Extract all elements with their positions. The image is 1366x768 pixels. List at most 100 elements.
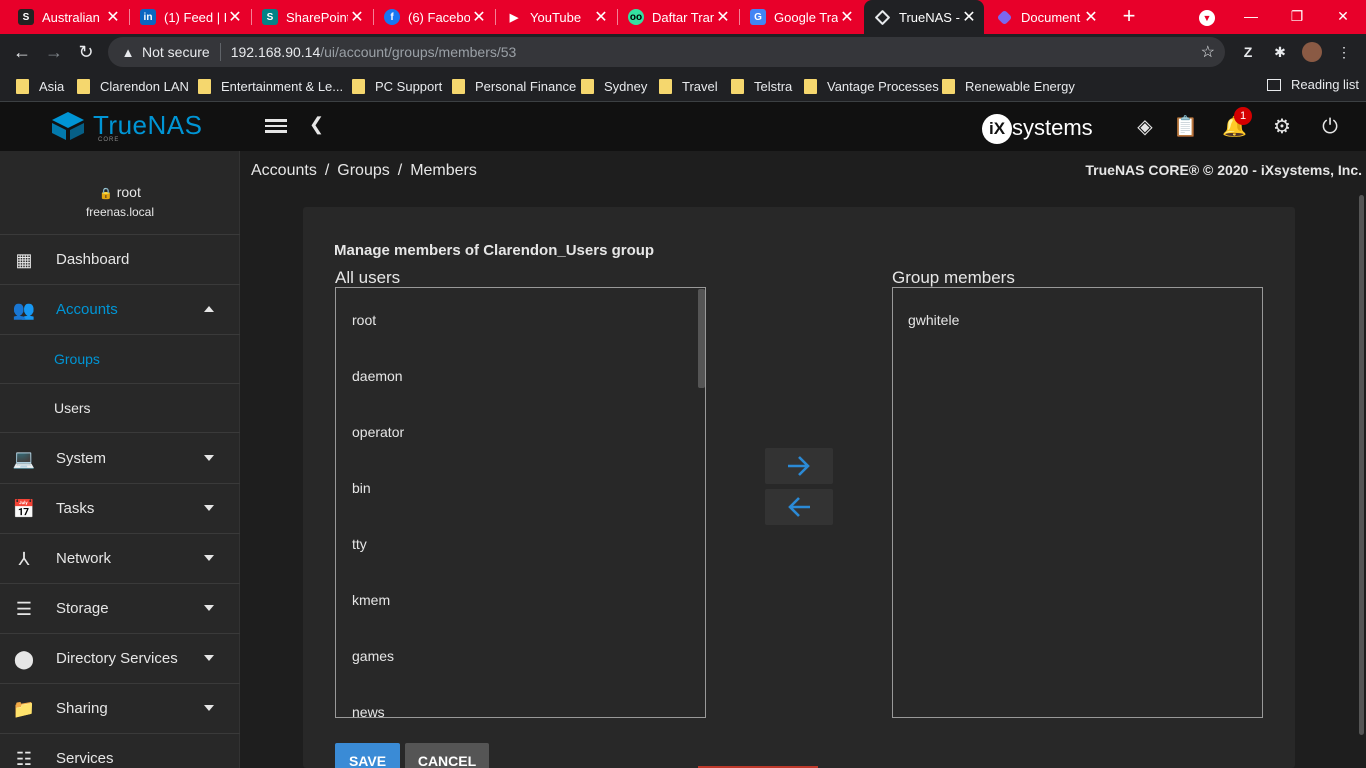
- list-item[interactable]: bin: [336, 456, 705, 512]
- browser-tab[interactable]: S Australian ✕: [8, 0, 128, 34]
- browser-tab-active[interactable]: TrueNAS - ✕: [864, 0, 984, 34]
- truecommand-icon[interactable]: ◈: [1133, 115, 1157, 139]
- close-icon[interactable]: ✕: [592, 7, 610, 27]
- sidebar-item-network[interactable]: ⅄ Network: [0, 534, 240, 584]
- remove-member-button[interactable]: [765, 489, 833, 525]
- sidebar-subitem-groups[interactable]: Groups: [0, 335, 240, 384]
- bookmark-folder[interactable]: Personal Finance: [452, 77, 576, 95]
- avatar[interactable]: [1302, 42, 1322, 62]
- sidebar-item-accounts[interactable]: 👥 Accounts: [0, 285, 240, 335]
- group-members-label: Group members: [892, 268, 1015, 287]
- breadcrumb-groups[interactable]: Groups: [337, 162, 389, 179]
- browser-tab[interactable]: G Google Tra ✕: [740, 0, 862, 34]
- power-icon[interactable]: ⏻: [1318, 115, 1342, 139]
- reload-icon[interactable]: ↻: [74, 41, 98, 63]
- extensions-icon[interactable]: ✱: [1270, 42, 1290, 62]
- list-item[interactable]: games: [336, 624, 705, 680]
- close-icon[interactable]: ✕: [714, 7, 732, 27]
- close-icon[interactable]: ✕: [838, 7, 856, 27]
- all-users-list[interactable]: root daemon operator bin tty kmem games …: [335, 287, 706, 718]
- list-item[interactable]: operator: [336, 400, 705, 456]
- folder-icon: [16, 78, 29, 94]
- cancel-button[interactable]: CANCEL: [405, 743, 489, 768]
- bookmark-folder[interactable]: PC Support: [352, 77, 442, 95]
- bookmark-folder[interactable]: Clarendon LAN: [77, 77, 189, 95]
- save-button[interactable]: SAVE: [335, 743, 400, 768]
- bookmark-folder[interactable]: Entertainment & Le...: [198, 77, 343, 95]
- restore-icon[interactable]: ❐: [1274, 0, 1320, 34]
- zotero-icon[interactable]: Z: [1238, 42, 1258, 62]
- forward-icon[interactable]: →: [42, 41, 66, 63]
- sidebar-item-tasks[interactable]: 📅 Tasks: [0, 484, 240, 534]
- reading-list[interactable]: Reading list: [1267, 77, 1359, 92]
- group-members-list[interactable]: gwhitele: [892, 287, 1263, 718]
- bookmark-folder[interactable]: Vantage Processes: [804, 77, 939, 95]
- add-member-button[interactable]: [765, 448, 833, 484]
- brand-edition: CORE: [98, 137, 120, 143]
- ixsystems-logo[interactable]: iX systems: [982, 114, 1093, 144]
- sidebar-subitem-users[interactable]: Users: [0, 384, 240, 433]
- chevron-left-icon[interactable]: ❮: [309, 114, 324, 135]
- calendar-icon: 📅: [12, 499, 36, 519]
- browser-tab[interactable]: Document ✕: [986, 0, 1106, 34]
- sharepoint-icon: S: [262, 9, 278, 25]
- minimize-icon[interactable]: —: [1228, 0, 1274, 34]
- hamburger-menu-icon[interactable]: [264, 116, 288, 136]
- sidebar-item-system[interactable]: 💻 System: [0, 434, 240, 484]
- close-icon[interactable]: ✕: [470, 7, 488, 27]
- page-scrollbar[interactable]: [1357, 191, 1366, 768]
- sidebar-item-storage[interactable]: ☰ Storage: [0, 584, 240, 634]
- security-label[interactable]: Not secure: [142, 44, 210, 60]
- list-item[interactable]: gwhitele: [893, 288, 1262, 344]
- close-icon[interactable]: ✕: [104, 7, 122, 27]
- new-tab-icon[interactable]: +: [1118, 4, 1140, 30]
- close-icon[interactable]: ✕: [960, 7, 978, 27]
- ixsystems-logo-text: systems: [1012, 114, 1093, 140]
- chevron-up-icon: [204, 306, 214, 312]
- warning-icon[interactable]: ▲: [120, 45, 136, 60]
- user-info: 🔒 root freenas.local: [0, 151, 240, 235]
- list-item[interactable]: news: [336, 680, 705, 717]
- close-icon[interactable]: ✕: [348, 7, 366, 27]
- list-scrollbar[interactable]: [698, 289, 705, 388]
- list-item[interactable]: tty: [336, 512, 705, 568]
- tab-title: TrueNAS -: [899, 9, 960, 25]
- list-item[interactable]: root: [336, 288, 705, 344]
- tab-search-icon[interactable]: ▼: [1184, 0, 1230, 34]
- list-item[interactable]: daemon: [336, 344, 705, 400]
- sidebar-item-directory-services[interactable]: ⬤ Directory Services: [0, 634, 240, 684]
- hostname: freenas.local: [85, 205, 155, 219]
- browser-tab[interactable]: oo Daftar Tran ✕: [618, 0, 738, 34]
- truenas-logo[interactable]: TrueNAS CORE: [0, 102, 240, 151]
- back-icon[interactable]: ←: [10, 41, 34, 63]
- close-icon[interactable]: ✕: [226, 7, 244, 27]
- gear-icon[interactable]: ⚙: [1270, 115, 1294, 139]
- close-window-icon[interactable]: ✕: [1320, 0, 1366, 34]
- browser-tab[interactable]: ▶ YouTube ✕: [496, 0, 616, 34]
- url-text[interactable]: 192.168.90.14/ui/account/groups/members/…: [231, 44, 517, 60]
- bookmark-folder[interactable]: Telstra: [731, 77, 792, 95]
- bookmark-folder[interactable]: Travel: [659, 77, 718, 95]
- bookmark-folder[interactable]: Asia: [16, 77, 64, 95]
- bookmark-label: Vantage Processes: [827, 78, 939, 94]
- close-icon[interactable]: ✕: [1082, 7, 1100, 27]
- arrow-left-icon: [788, 497, 810, 517]
- bookmark-star-icon[interactable]: ☆: [1201, 42, 1215, 62]
- bookmark-folder[interactable]: Renewable Energy: [942, 77, 1075, 95]
- bookmark-folder[interactable]: Sydney: [581, 77, 647, 95]
- breadcrumb-accounts[interactable]: Accounts: [251, 162, 317, 179]
- folder-icon: [942, 78, 955, 94]
- browser-tab[interactable]: in (1) Feed | L ✕: [130, 0, 250, 34]
- browser-tab[interactable]: S SharePoint ✕: [252, 0, 372, 34]
- menu-icon[interactable]: ⋮: [1334, 42, 1354, 62]
- list-item[interactable]: kmem: [336, 568, 705, 624]
- chevron-down-icon: [204, 705, 214, 711]
- address-bar[interactable]: ▲ Not secure 192.168.90.14/ui/account/gr…: [108, 37, 1225, 67]
- sidebar-item-label: Accounts: [56, 301, 118, 318]
- sidebar-item-services[interactable]: ☷ Services: [0, 734, 240, 768]
- tripadvisor-icon: oo: [628, 9, 644, 25]
- clipboard-icon[interactable]: 📋: [1173, 115, 1198, 139]
- browser-tab[interactable]: f (6) Facebo ✕: [374, 0, 494, 34]
- sidebar-item-sharing[interactable]: 📁 Sharing: [0, 684, 240, 734]
- sidebar-item-dashboard[interactable]: ▦ Dashboard: [0, 235, 240, 285]
